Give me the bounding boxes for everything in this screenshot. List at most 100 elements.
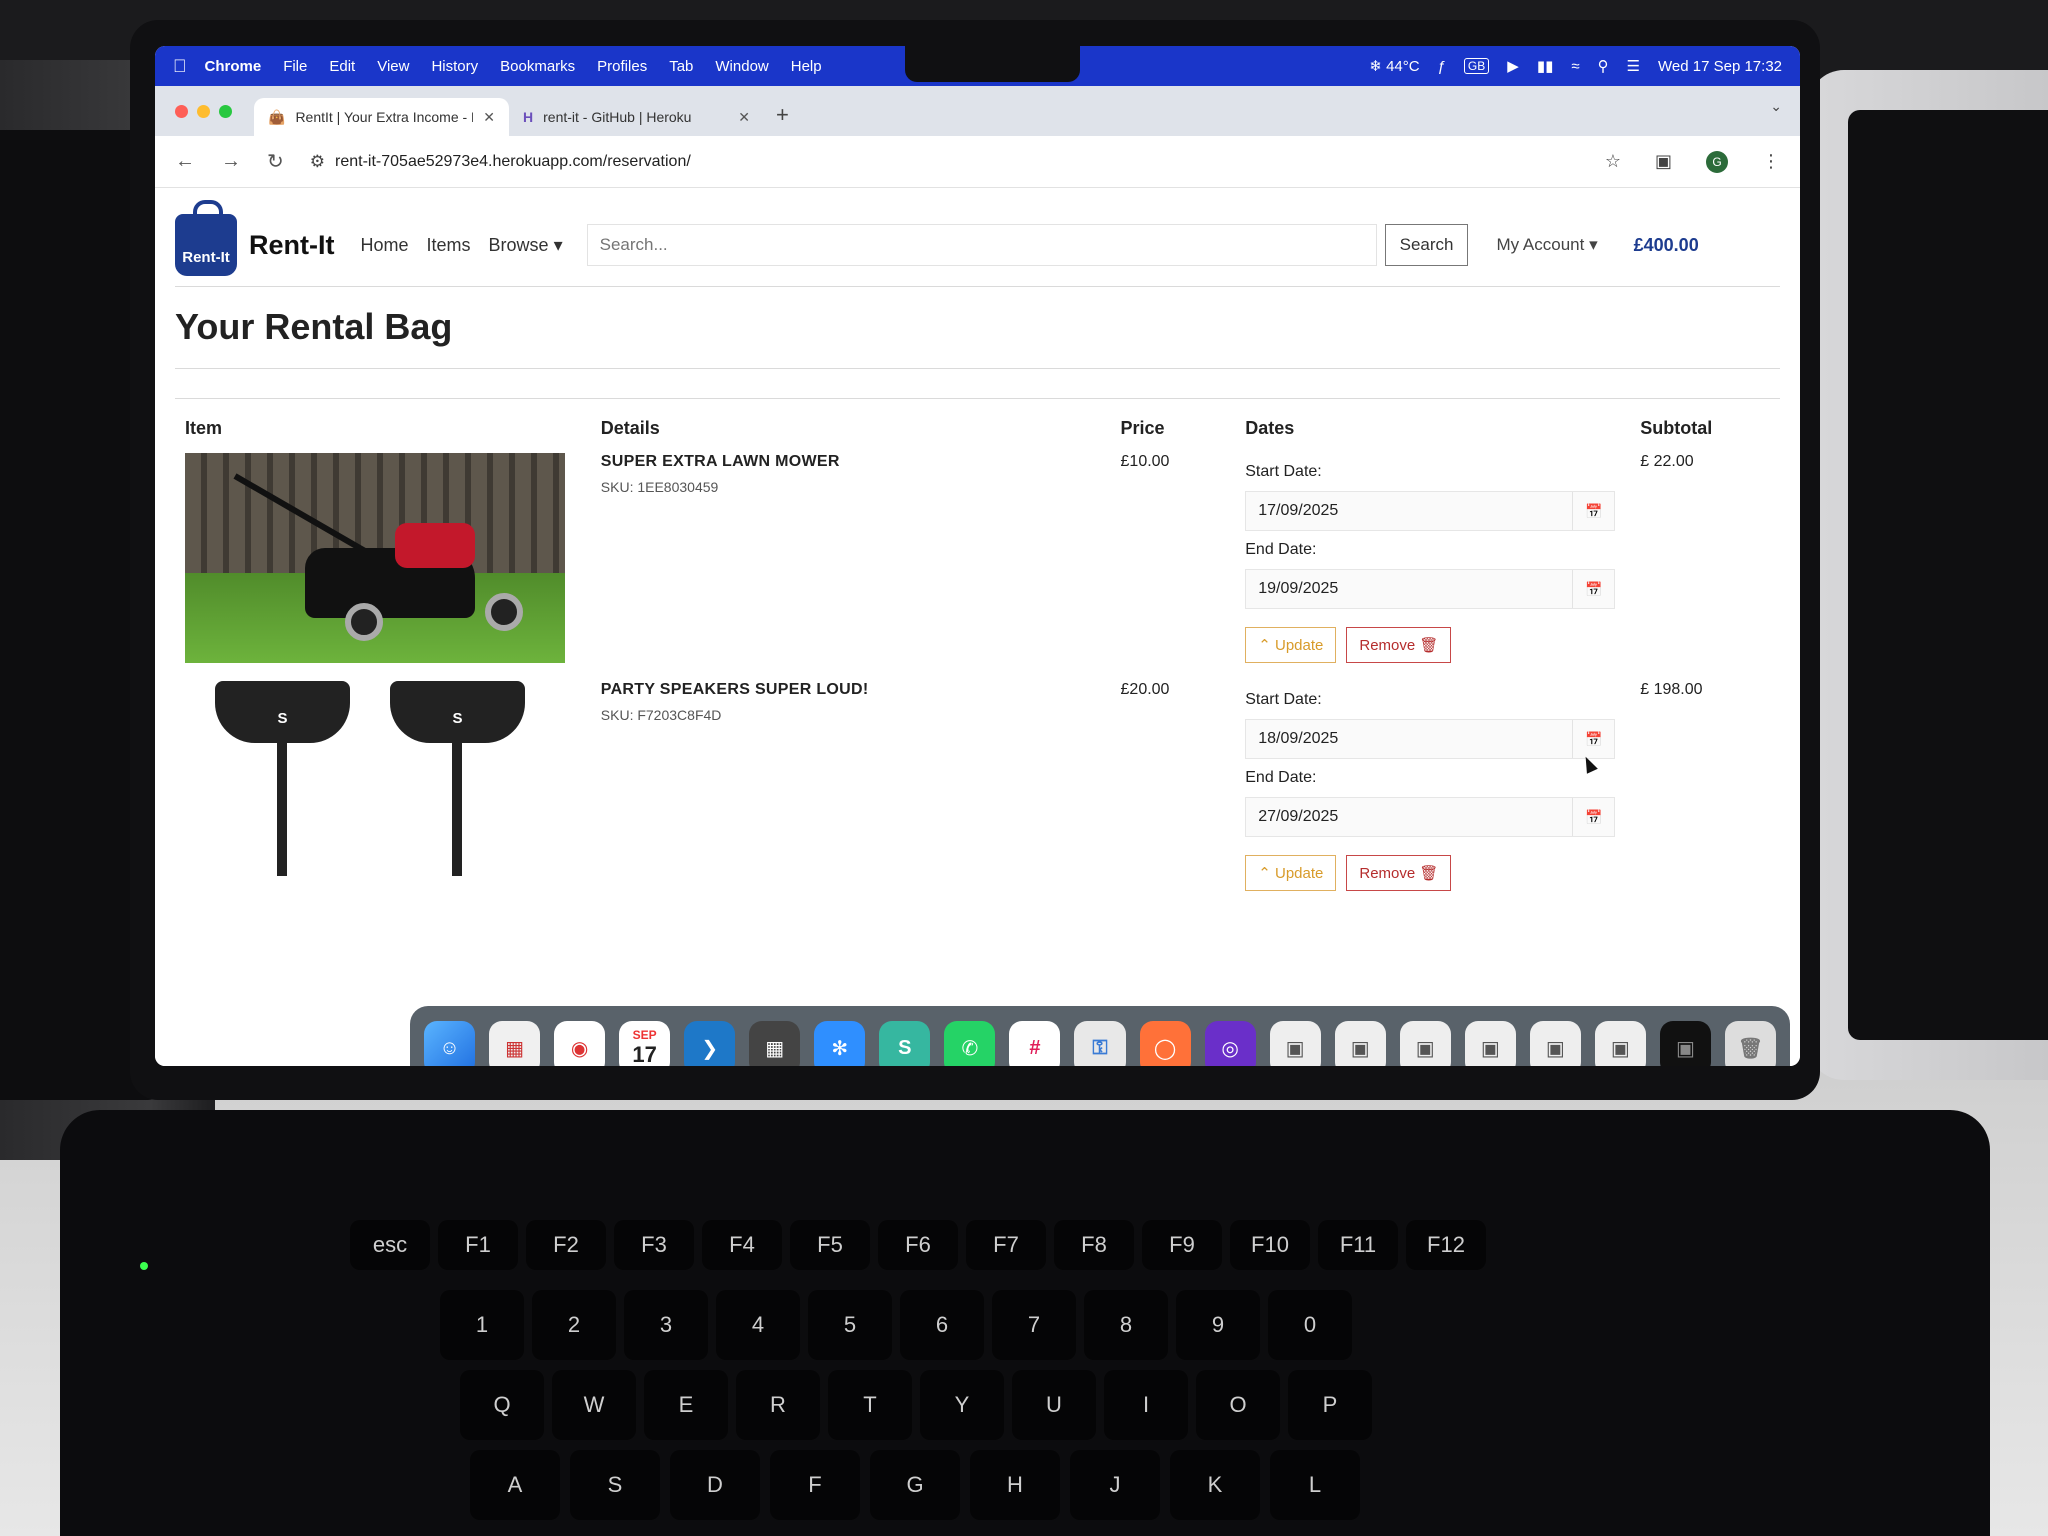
keyboard-layout-status[interactable]: GB xyxy=(1463,58,1490,74)
key-f9[interactable]: F9 xyxy=(1142,1220,1222,1270)
close-window-button[interactable] xyxy=(175,105,188,118)
remove-button[interactable]: Remove 🗑 xyxy=(1346,855,1452,891)
trash-icon[interactable]: 🗑 xyxy=(1724,1021,1776,1066)
key-e[interactable]: E xyxy=(644,1370,728,1440)
nav-items[interactable]: Items xyxy=(427,235,471,256)
battery-icon[interactable]: ▮▮ xyxy=(1537,57,1554,75)
calculator-icon[interactable]: ▦ xyxy=(749,1021,801,1066)
wifi-icon[interactable]: ≈ xyxy=(1571,58,1579,75)
recent-window-icon[interactable]: ▣ xyxy=(1334,1021,1386,1066)
script-icon[interactable]: ƒ xyxy=(1438,58,1446,75)
search-button[interactable]: Search xyxy=(1384,224,1469,266)
brand-name[interactable]: Rent-It xyxy=(249,230,334,261)
key-8[interactable]: 8 xyxy=(1084,1290,1168,1360)
kebab-menu-icon[interactable]: ⋮ xyxy=(1762,151,1780,172)
profile-avatar[interactable]: G xyxy=(1706,150,1728,173)
key-esc[interactable]: esc xyxy=(350,1220,430,1270)
zoom-window-button[interactable] xyxy=(219,105,232,118)
tab-heroku[interactable]: H rent-it - GitHub | Heroku ✕ xyxy=(509,98,764,136)
key-7[interactable]: 7 xyxy=(992,1290,1076,1360)
lawn-mower-image[interactable] xyxy=(185,453,565,663)
key-r[interactable]: R xyxy=(736,1370,820,1440)
key-k[interactable]: K xyxy=(1170,1450,1260,1520)
end-date-input[interactable] xyxy=(1246,808,1573,826)
start-date-input[interactable] xyxy=(1246,730,1573,748)
search-input[interactable] xyxy=(586,224,1377,266)
key-j[interactable]: J xyxy=(1070,1450,1160,1520)
recent-window-icon[interactable]: ▣ xyxy=(1659,1021,1711,1066)
key-f10[interactable]: F10 xyxy=(1230,1220,1310,1270)
calendar-icon[interactable]: 📅 xyxy=(1572,720,1614,758)
menu-app-name[interactable]: Chrome xyxy=(205,58,262,75)
key-w[interactable]: W xyxy=(552,1370,636,1440)
calendar-icon[interactable]: SEP 17 xyxy=(619,1021,671,1066)
safari-icon[interactable]: ✻ xyxy=(814,1021,866,1066)
forward-arrow-icon[interactable]: → xyxy=(221,150,241,173)
update-button[interactable]: ⌃ Update xyxy=(1245,627,1337,663)
key-4[interactable]: 4 xyxy=(716,1290,800,1360)
temperature-status[interactable]: ❄ 44°C xyxy=(1369,57,1419,75)
control-center-icon[interactable]: ☰ xyxy=(1627,57,1640,75)
extensions-icon[interactable]: ▣ xyxy=(1655,151,1672,172)
key-o[interactable]: O xyxy=(1196,1370,1280,1440)
tab-close-icon[interactable]: ✕ xyxy=(738,109,750,126)
recent-window-icon[interactable]: ▣ xyxy=(1594,1021,1646,1066)
play-icon[interactable]: ▶ xyxy=(1507,57,1519,75)
bag-total[interactable]: £400.00 xyxy=(1634,235,1699,256)
remove-button[interactable]: Remove 🗑 xyxy=(1346,627,1452,663)
new-tab-button[interactable]: + xyxy=(776,102,789,128)
my-account-dropdown[interactable]: My Account ▾ xyxy=(1496,235,1597,255)
calendar-icon[interactable]: 📅 xyxy=(1572,492,1614,530)
chrome-icon[interactable]: ◉ xyxy=(554,1021,606,1066)
menu-bookmarks[interactable]: Bookmarks xyxy=(500,58,575,75)
key-f8[interactable]: F8 xyxy=(1054,1220,1134,1270)
key-2[interactable]: 2 xyxy=(532,1290,616,1360)
calendar-icon[interactable]: 📅 xyxy=(1572,570,1614,608)
key-s[interactable]: S xyxy=(570,1450,660,1520)
key-h[interactable]: H xyxy=(970,1450,1060,1520)
key-t[interactable]: T xyxy=(828,1370,912,1440)
key-f3[interactable]: F3 xyxy=(614,1220,694,1270)
key-d[interactable]: D xyxy=(670,1450,760,1520)
finder-icon[interactable]: ☺ xyxy=(424,1021,476,1066)
menu-profiles[interactable]: Profiles xyxy=(597,58,647,75)
nav-home[interactable]: Home xyxy=(360,235,408,256)
minimize-window-button[interactable] xyxy=(197,105,210,118)
key-i[interactable]: I xyxy=(1104,1370,1188,1440)
menu-window[interactable]: Window xyxy=(715,58,768,75)
key-a[interactable]: A xyxy=(470,1450,560,1520)
key-f5[interactable]: F5 xyxy=(790,1220,870,1270)
end-date-field[interactable]: 📅 xyxy=(1245,569,1616,609)
key-f4[interactable]: F4 xyxy=(702,1220,782,1270)
menu-history[interactable]: History xyxy=(431,58,478,75)
launchpad-icon[interactable]: ▦ xyxy=(489,1021,541,1066)
end-date-input[interactable] xyxy=(1246,580,1573,598)
key-u[interactable]: U xyxy=(1012,1370,1096,1440)
key-f[interactable]: F xyxy=(770,1450,860,1520)
menu-view[interactable]: View xyxy=(377,58,409,75)
apple-icon[interactable]:  xyxy=(173,56,187,77)
key-9[interactable]: 9 xyxy=(1176,1290,1260,1360)
key-f11[interactable]: F11 xyxy=(1318,1220,1398,1270)
key-l[interactable]: L xyxy=(1270,1450,1360,1520)
start-date-field[interactable]: 📅 xyxy=(1245,719,1616,759)
update-button[interactable]: ⌃ Update xyxy=(1245,855,1337,891)
site-settings-icon[interactable]: ⚙ xyxy=(310,152,325,172)
key-y[interactable]: Y xyxy=(920,1370,1004,1440)
item-name[interactable]: SUPER EXTRA LAWN MOWER xyxy=(601,453,1121,471)
party-speakers-image[interactable]: S S xyxy=(185,681,565,891)
key-q[interactable]: Q xyxy=(460,1370,544,1440)
address-bar[interactable]: rent-it-705ae52973e4.herokuapp.com/reser… xyxy=(335,153,691,171)
recent-window-icon[interactable]: ▣ xyxy=(1529,1021,1581,1066)
key-p[interactable]: P xyxy=(1288,1370,1372,1440)
key-f7[interactable]: F7 xyxy=(966,1220,1046,1270)
back-arrow-icon[interactable]: ← xyxy=(175,150,195,173)
key-f6[interactable]: F6 xyxy=(878,1220,958,1270)
calendar-icon[interactable]: 📅 xyxy=(1572,798,1614,836)
start-date-input[interactable] xyxy=(1246,502,1573,520)
passwords-icon[interactable]: ⚿ xyxy=(1074,1021,1126,1066)
vscode-icon[interactable]: ❯ xyxy=(684,1021,736,1066)
key-f2[interactable]: F2 xyxy=(526,1220,606,1270)
key-f12[interactable]: F12 xyxy=(1406,1220,1486,1270)
bookmark-star-icon[interactable]: ☆ xyxy=(1605,151,1621,172)
